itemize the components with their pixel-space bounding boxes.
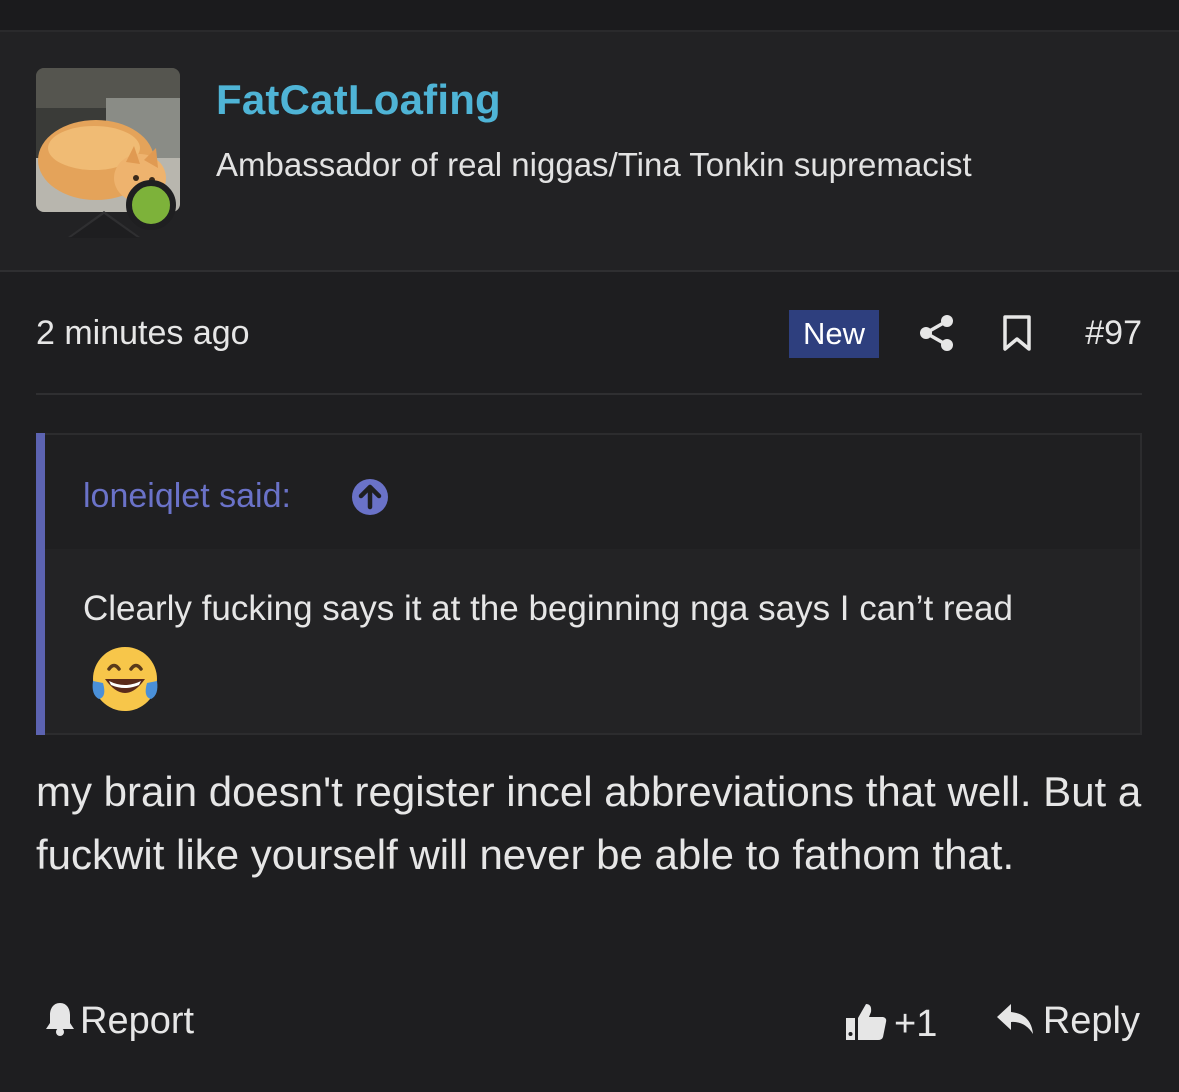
forum-post: FatCatLoafing Ambassador of real niggas/…	[0, 0, 1179, 1092]
thumbs-up-icon	[846, 1004, 887, 1040]
share-icon[interactable]	[918, 314, 956, 352]
face-with-tears-of-joy-icon	[92, 647, 158, 711]
username[interactable]: FatCatLoafing	[216, 76, 501, 124]
report-button[interactable]: Report	[44, 1000, 194, 1043]
post-meta-row: 2 minutes ago New #97	[36, 306, 1142, 366]
reply-button[interactable]: Reply	[995, 1000, 1140, 1043]
post-number[interactable]: #97	[1085, 314, 1142, 353]
user-title: Ambassador of real niggas/Tina Tonkin su…	[216, 146, 972, 183]
new-badge: New	[789, 310, 879, 358]
report-label: Report	[80, 1000, 195, 1042]
quote-accent-bar	[36, 433, 45, 735]
post-footer: Report +1 Reply	[36, 994, 1142, 1054]
quote-header: loneiqlet said:	[45, 435, 1140, 549]
post-message: my brain doesn't register incel abbrevia…	[36, 768, 1142, 878]
reply-arrow-icon	[996, 1004, 1033, 1034]
quote-body: Clearly fucking says it at the beginning…	[83, 575, 1083, 720]
avatar-wrap[interactable]	[36, 68, 180, 230]
reply-label: Reply	[1042, 1000, 1140, 1042]
post-timestamp[interactable]: 2 minutes ago	[36, 314, 250, 353]
quote-text: Clearly fucking says it at the beginning…	[83, 589, 1013, 628]
top-strip	[0, 0, 1179, 32]
like-count: +1	[894, 1003, 938, 1045]
meta-divider	[36, 393, 1142, 395]
quote-author[interactable]: loneiqlet said:	[83, 477, 291, 516]
arrow-up-circle-icon[interactable]	[351, 478, 389, 516]
bell-icon	[46, 1003, 74, 1036]
like-button[interactable]: +1	[844, 1000, 937, 1046]
user-header: FatCatLoafing Ambassador of real niggas/…	[0, 32, 1179, 272]
bookmark-icon[interactable]	[1002, 314, 1032, 352]
header-notch	[70, 214, 138, 238]
quote-block: loneiqlet said: Clearly fucking says it …	[36, 433, 1142, 735]
